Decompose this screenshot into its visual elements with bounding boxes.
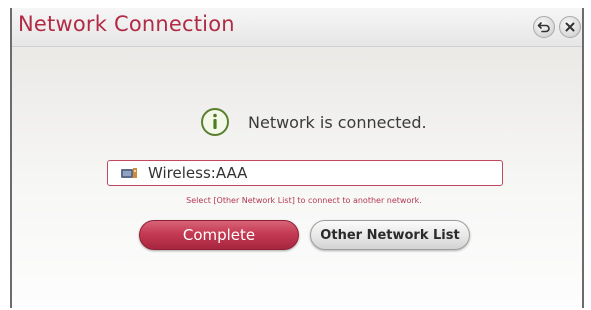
dialog-title: Network Connection — [18, 12, 235, 36]
complete-button[interactable]: Complete — [139, 220, 299, 250]
other-network-list-button[interactable]: Other Network List — [310, 220, 470, 250]
back-icon — [537, 22, 550, 33]
hint-text: Select [Other Network List] to connect t… — [186, 196, 422, 205]
network-connection-dialog: Network Connection Network is connected. — [10, 8, 584, 308]
close-icon — [565, 22, 575, 32]
wireless-icon — [121, 168, 137, 178]
close-button[interactable] — [559, 16, 581, 38]
network-name: Wireless:AAA — [148, 164, 248, 182]
status-message: Network is connected. — [248, 112, 427, 132]
network-selection-field[interactable]: Wireless:AAA — [107, 160, 503, 186]
info-icon — [201, 108, 229, 136]
dialog-titlebar: Network Connection — [12, 8, 582, 47]
back-button[interactable] — [533, 16, 555, 38]
connection-status: Network is connected. — [200, 104, 427, 140]
